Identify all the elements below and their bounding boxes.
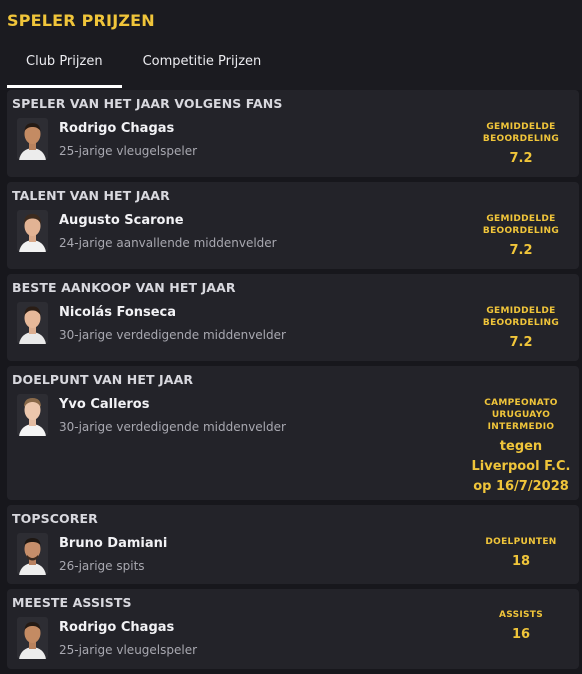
stat-label: GEMIDDELDE BEOORDELING (482, 214, 560, 236)
tab-competitie-prijzen[interactable]: Competitie Prijzen (124, 44, 281, 84)
player-description: 30-jarige verdedigende middenvelder (59, 420, 286, 434)
award-stat: GEMIDDELDE BEOORDELING 7.2 (471, 121, 571, 166)
award-title: TALENT VAN HET JAAR (12, 188, 170, 203)
award-title: BESTE AANKOOP VAN HET JAAR (12, 280, 236, 295)
stat-label: GEMIDDELDE BEOORDELING (482, 122, 560, 144)
player-info: Augusto Scarone 24-jarige aanvallende mi… (17, 210, 277, 252)
player-avatar[interactable] (17, 533, 48, 575)
player-avatar[interactable] (17, 617, 48, 659)
player-name[interactable]: Yvo Calleros (59, 397, 286, 412)
player-description: 24-jarige aanvallende middenvelder (59, 236, 277, 250)
stat-label: GEMIDDELDE BEOORDELING (482, 306, 560, 328)
stat-value: 18 (511, 554, 531, 569)
stat-label: DOELPUNTEN (485, 537, 557, 547)
award-stat: ASSISTS 16 (471, 609, 571, 642)
player-description: 25-jarige vleugelspeler (59, 144, 198, 158)
player-description: 26-jarige spits (59, 559, 145, 573)
award-stat: GEMIDDELDE BEOORDELING 7.2 (471, 213, 571, 258)
award-card[interactable]: SPELER VAN HET JAAR VOLGENS FANS Rodrigo… (7, 90, 579, 177)
player-name[interactable]: Augusto Scarone (59, 213, 277, 228)
player-avatar[interactable] (17, 394, 48, 436)
award-stat: CAMPEONATO URUGUAYO INTERMEDIO tegen Liv… (471, 397, 571, 497)
stat-value: 7.2 (509, 151, 533, 166)
award-title: TOPSCORER (12, 511, 98, 526)
stat-label: ASSISTS (498, 610, 544, 620)
player-name[interactable]: Rodrigo Chagas (59, 620, 197, 635)
player-name[interactable]: Nicolás Fonseca (59, 305, 286, 320)
stat-value: 16 (511, 627, 531, 642)
tab-club-prijzen[interactable]: Club Prijzen (7, 44, 122, 88)
player-info: Rodrigo Chagas 25-jarige vleugelspeler (17, 118, 197, 160)
tab-bar: Club Prijzen Competitie Prijzen (7, 44, 281, 88)
player-description: 25-jarige vleugelspeler (59, 643, 198, 657)
page-title: SPELER PRIJZEN (7, 11, 155, 30)
player-description: 30-jarige verdedigende middenvelder (59, 328, 286, 342)
award-card[interactable]: DOELPUNT VAN HET JAAR Yvo Calleros 30-ja… (7, 366, 579, 500)
award-card[interactable]: TALENT VAN HET JAAR Augusto Scarone 24-j… (7, 182, 579, 269)
player-avatar[interactable] (17, 302, 48, 344)
stat-value: 7.2 (509, 335, 533, 350)
award-card[interactable]: BESTE AANKOOP VAN HET JAAR Nicolás Fonse… (7, 274, 579, 361)
player-avatar[interactable] (17, 210, 48, 252)
award-title: SPELER VAN HET JAAR VOLGENS FANS (12, 96, 283, 111)
award-list: SPELER VAN HET JAAR VOLGENS FANS Rodrigo… (7, 90, 579, 674)
award-stat: DOELPUNTEN 18 (471, 536, 571, 569)
award-card[interactable]: TOPSCORER Bruno Damiani 26-jarige spits … (7, 505, 579, 584)
player-avatar[interactable] (17, 118, 48, 160)
player-info: Yvo Calleros 30-jarige verdedigende midd… (17, 394, 286, 436)
player-name[interactable]: Rodrigo Chagas (59, 121, 197, 136)
player-info: Bruno Damiani 26-jarige spits (17, 533, 167, 575)
player-info: Rodrigo Chagas 25-jarige vleugelspeler (17, 617, 197, 659)
stat-label: CAMPEONATO URUGUAYO INTERMEDIO (484, 398, 558, 432)
award-title: DOELPUNT VAN HET JAAR (12, 372, 194, 387)
stat-value: 7.2 (509, 243, 533, 258)
player-info: Nicolás Fonseca 30-jarige verdedigende m… (17, 302, 286, 344)
award-card[interactable]: MEESTE ASSISTS Rodrigo Chagas 25-jarige … (7, 589, 579, 669)
award-title: MEESTE ASSISTS (12, 595, 132, 610)
player-name[interactable]: Bruno Damiani (59, 536, 167, 551)
stat-value: tegen Liverpool F.C. op 16/7/2028 (471, 439, 571, 494)
award-stat: GEMIDDELDE BEOORDELING 7.2 (471, 305, 571, 350)
